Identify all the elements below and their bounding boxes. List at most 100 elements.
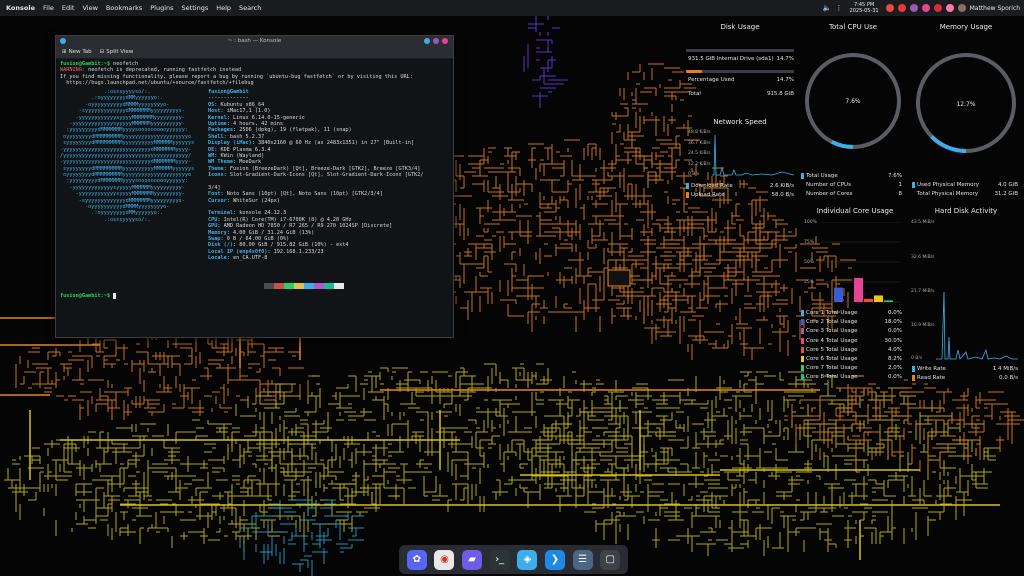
core-legend-label: Core 7 Total Usage	[806, 365, 858, 372]
hdd-axis-0: 43.5 MiB/s	[911, 220, 935, 225]
color-swatch	[314, 283, 324, 289]
hdd-title: Hard Disk Activity	[934, 207, 998, 215]
tray-red-icon[interactable]	[885, 4, 894, 12]
window-overview-icon[interactable]: ▢	[600, 549, 621, 570]
terminal-output[interactable]: fusion@Gambit:~$ neofetch WARNING: neofet…	[56, 59, 453, 337]
clock[interactable]: 7:45 PM 2025-05-31	[850, 2, 879, 14]
kubuntu-ascii-logo: .:osssyyyyso/:. .:oyyyyyyyydMMyyyyyyo:. …	[60, 89, 195, 223]
core-legend-label: Core 2 Total Usage	[806, 319, 858, 326]
konsole-terminal-icon[interactable]: ›_	[489, 549, 510, 570]
color-swatch	[274, 283, 284, 289]
new-tab-label: New Tab	[68, 49, 92, 55]
core-axis-75: 75%	[804, 240, 815, 245]
close-button[interactable]	[442, 38, 448, 44]
menu-help[interactable]: Help	[212, 0, 235, 16]
cpu-title: Total CPU Use	[828, 23, 878, 31]
menu-view[interactable]: View	[78, 0, 101, 16]
menu-file[interactable]: File	[39, 0, 58, 16]
core-legend-label: Core 1 Total Usage	[806, 310, 858, 316]
menu-dots-icon[interactable]: ⋮	[836, 4, 843, 12]
cpu-count-label: Number of CPUs	[806, 182, 851, 188]
tray-clipboard-icon[interactable]	[933, 4, 942, 12]
read-value: 0.0 B/s	[999, 375, 1018, 381]
disk-drive-value: 14.7%	[776, 56, 794, 62]
core-legend-swatch	[801, 365, 804, 372]
core-legend-value: 0.0%	[888, 374, 902, 381]
memory-title: Memory Usage	[939, 23, 993, 31]
core-legend-label: Core 6 Total Usage	[806, 356, 858, 362]
window-title: ~ : bash — Konsole	[227, 38, 282, 44]
net-axis-2: 24.5 KiB/s	[688, 151, 711, 156]
download-legend	[686, 183, 689, 189]
percentage-used-value: 14.7%	[776, 77, 794, 83]
core-legend-value: 2.0%	[888, 365, 902, 372]
core-legend-label: Core 5 Total Usage	[806, 346, 858, 353]
color-swatch	[264, 283, 274, 289]
konsole-titlebar[interactable]: ~ : bash — Konsole	[56, 36, 453, 46]
core-axis-50: 50%	[804, 260, 815, 265]
tray-bluetooth-icon[interactable]	[945, 4, 954, 12]
disk-total-value: 915.8 GiB	[766, 91, 794, 97]
menu-app-konsole[interactable]: Konsole	[0, 0, 39, 16]
memory-total-label: Total Physical Memory	[917, 191, 979, 197]
color-swatch	[304, 283, 314, 289]
core-usage-title: Individual Core Usage	[816, 207, 894, 215]
core-legend-value: 18.0%	[884, 319, 902, 326]
info-row: Locale: en_CA.UTF-8	[208, 255, 268, 262]
cpu-total-value: 7.6%	[888, 173, 902, 179]
core-legend-label: Core 4 Total Usage	[806, 337, 858, 344]
core-count-value: 8	[898, 191, 903, 197]
core-bar-4	[854, 278, 863, 302]
dolphin-file-manager-icon[interactable]: ▰	[462, 549, 483, 570]
tray-vivaldi-icon[interactable]	[897, 4, 906, 12]
core-legend-label: Core 3 Total Usage	[806, 328, 858, 335]
system-settings-icon[interactable]: ☰	[572, 549, 593, 570]
tray-update-icon[interactable]	[921, 4, 930, 12]
new-tab-button[interactable]: ⊞ New Tab	[62, 49, 92, 55]
core-legend-swatch	[801, 337, 804, 344]
neofetch-info: fusion@Gambit ------------- OS: Kubuntu x8…	[208, 89, 424, 262]
color-swatches	[264, 283, 344, 289]
net-axis-4: 0 B/s	[688, 172, 700, 177]
maximize-button[interactable]	[433, 38, 439, 44]
avatar[interactable]	[957, 4, 966, 12]
memory-used-label: Used Physical Memory	[917, 182, 980, 188]
cpu-total-label: Total Usage	[806, 173, 838, 179]
disk-usage-title: Disk Usage	[720, 23, 760, 31]
memory-gauge-value: 12.7%	[956, 101, 976, 108]
minimize-button[interactable]	[424, 38, 430, 44]
konsole-toolbar: ⊞ New Tab ⊟ Split View	[56, 46, 453, 59]
percentage-used-label: Percentage Used	[688, 77, 735, 83]
net-axis-1: 36.7 KiB/s	[688, 141, 711, 146]
top-panel: Konsole File Edit View Bookmarks Plugins…	[0, 0, 1024, 16]
hdd-graph	[936, 291, 1018, 360]
core-legend-label: Core 8 Total Usage	[806, 374, 858, 381]
core-bar-6	[874, 295, 883, 302]
write-value: 1.4 MiB/s	[992, 366, 1018, 372]
discover-store-icon[interactable]: ◈	[517, 549, 538, 570]
memory-used-legend	[912, 182, 915, 188]
app-launcher-icon[interactable]: ✿	[406, 549, 427, 570]
vscode-icon[interactable]: ❯	[544, 549, 565, 570]
tray-network-icon[interactable]	[909, 4, 918, 12]
color-swatch	[284, 283, 294, 289]
user-name[interactable]: Matthew Sporich	[970, 5, 1020, 12]
chrome-icon[interactable]: ◉	[434, 549, 455, 570]
menu-edit[interactable]: Edit	[58, 0, 79, 16]
menu-bookmarks[interactable]: Bookmarks	[102, 0, 146, 16]
menu-plugins[interactable]: Plugins	[146, 0, 177, 16]
menu-settings[interactable]: Settings	[178, 0, 213, 16]
core-legend-value: 30.0%	[884, 337, 902, 344]
core-legend-value: 0.0%	[888, 310, 902, 316]
upload-label: Upload Rate	[691, 192, 725, 198]
download-label: Download Rate	[691, 183, 733, 189]
download-value: 2.6 KiB/s	[769, 183, 794, 189]
system-tray: 🔈 ⋮ 7:45 PM 2025-05-31 Matthew Sporich	[823, 0, 1020, 16]
dock: ✿ ◉ ▰ ›_ ◈ ❯ ☰ ▢	[399, 545, 628, 574]
net-axis-0: 48.8 KiB/s	[688, 130, 711, 135]
new-tab-icon: ⊞	[62, 49, 67, 55]
volume-icon[interactable]: 🔈	[823, 4, 832, 12]
split-view-label: Split View	[106, 49, 134, 55]
menu-search[interactable]: Search	[235, 0, 265, 16]
split-view-button[interactable]: ⊟ Split View	[100, 49, 134, 55]
